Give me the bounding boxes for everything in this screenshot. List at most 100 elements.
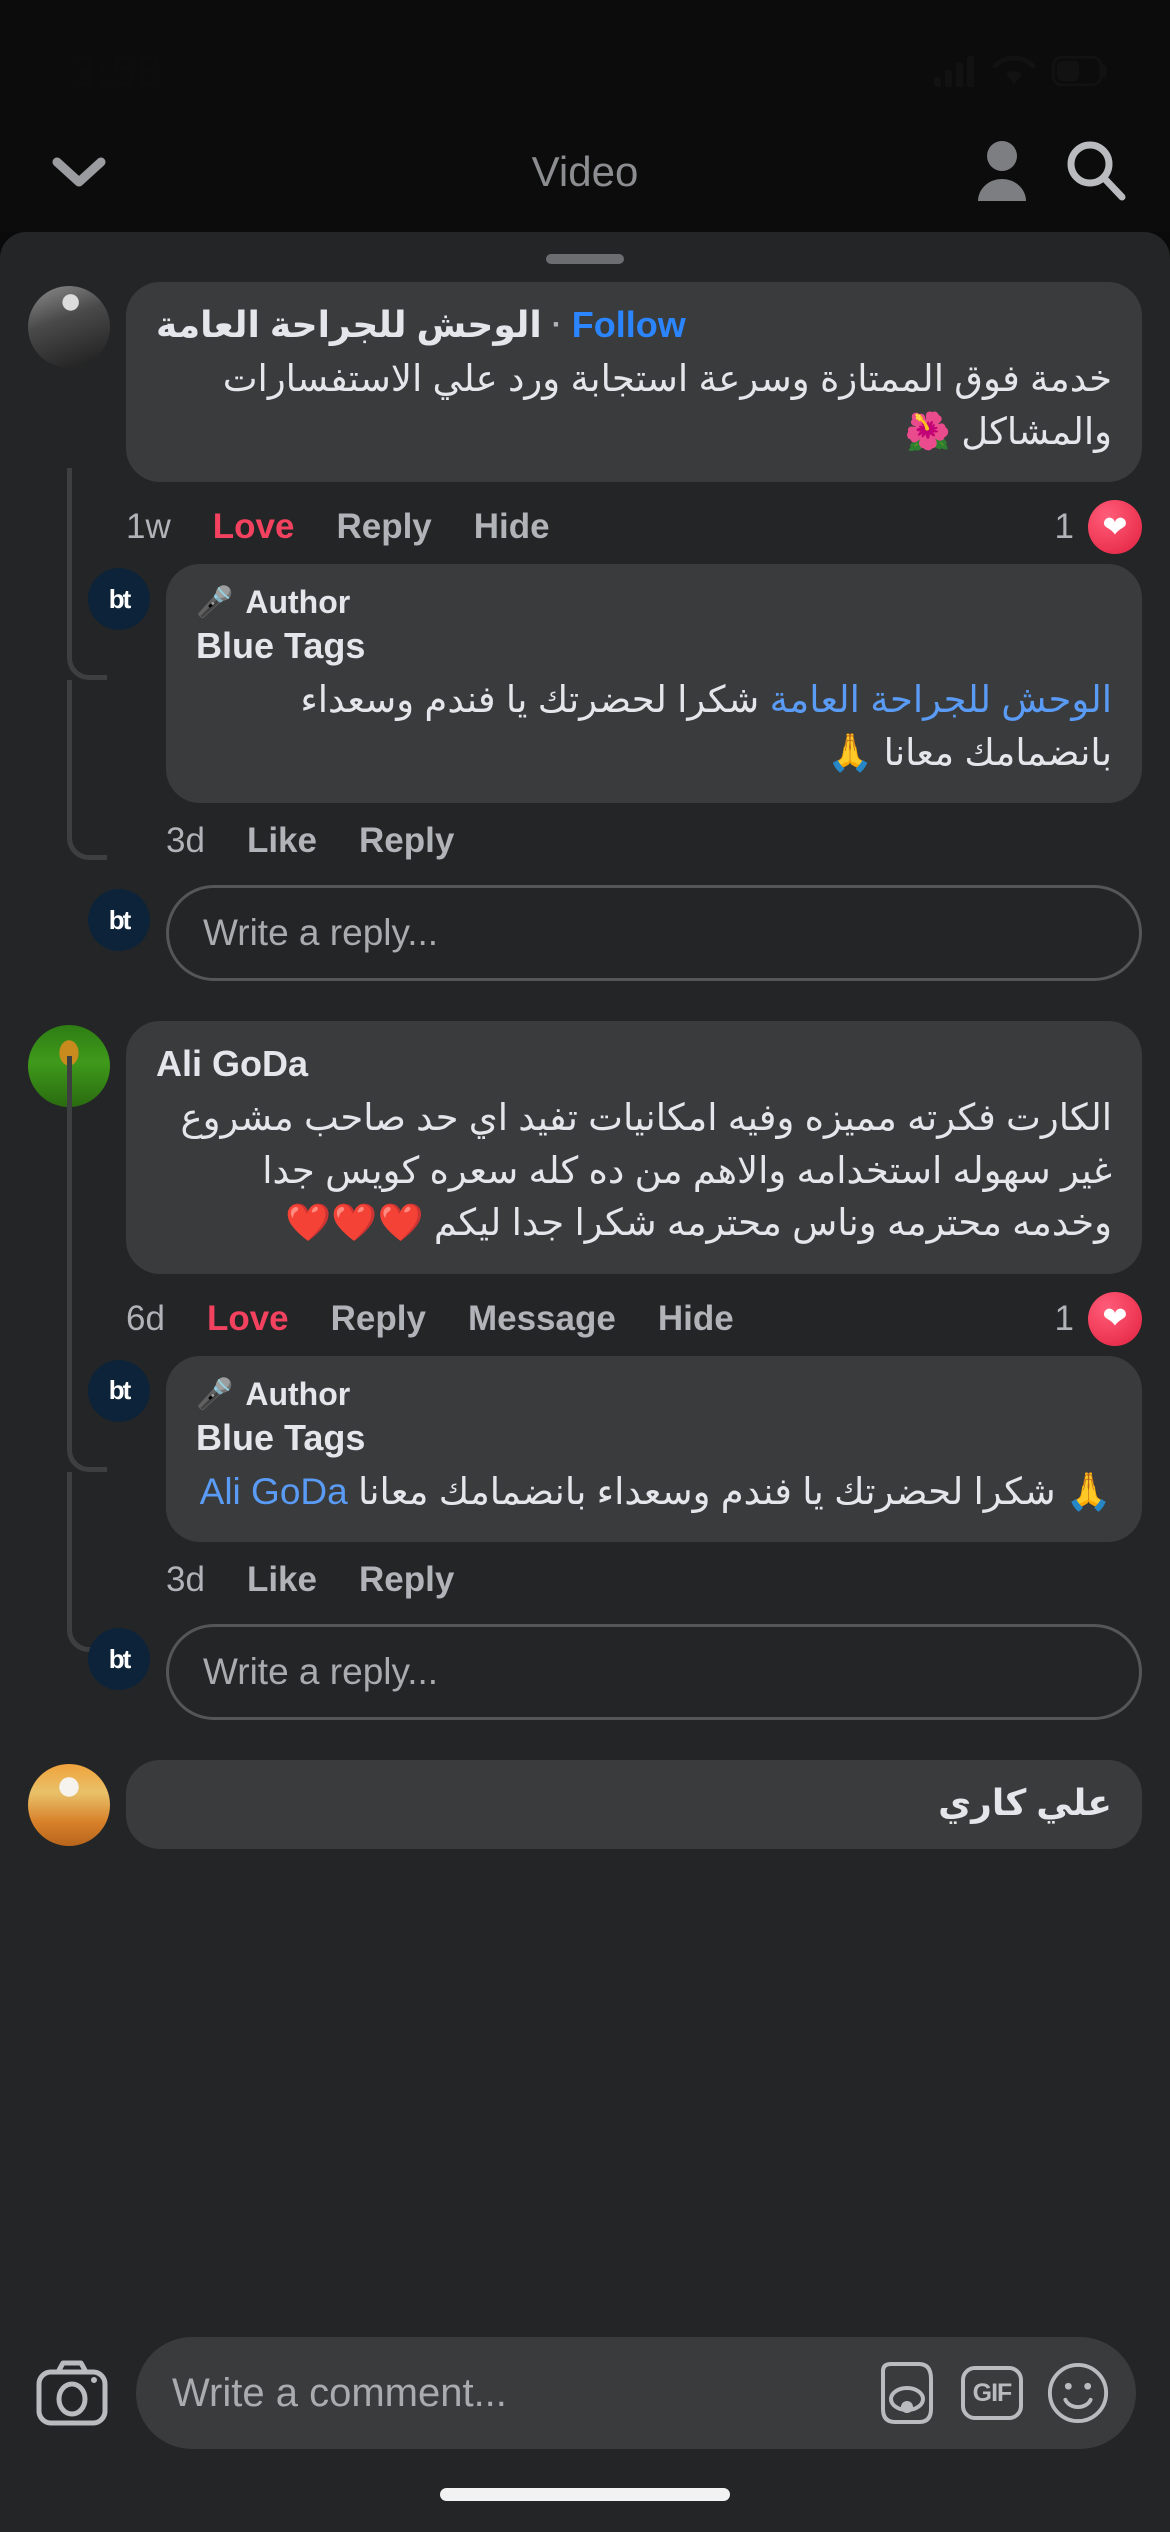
reaction-summary[interactable]: 1 ❤	[1054, 1291, 1142, 1346]
avatar[interactable]	[28, 1764, 110, 1847]
avatar[interactable]	[28, 1025, 110, 1108]
heart-reaction-icon: ❤	[1088, 1291, 1142, 1346]
love-button[interactable]: Love	[213, 507, 295, 547]
person-icon	[978, 140, 1026, 201]
back-button[interactable]	[44, 137, 114, 207]
comment-author-name[interactable]: الوحش للجراحة العامة	[156, 302, 542, 347]
love-button[interactable]: Love	[207, 1299, 289, 1339]
nav-bar: Video	[0, 112, 1170, 232]
comment-actions: 6d Love Reply Message Hide 1 ❤	[126, 1274, 1142, 1356]
like-button[interactable]: Like	[247, 821, 317, 861]
reply-button[interactable]: Reply	[336, 507, 431, 547]
battery-icon	[1052, 56, 1107, 86]
comment-bubble: Ali GoDa الكارت فكرته مميزه وفيه امكانيا…	[126, 1021, 1142, 1274]
avatar-sticker-icon	[881, 2362, 933, 2424]
reply-button[interactable]: Reply	[359, 821, 454, 861]
comment-author-name[interactable]: علي كاري	[156, 1780, 1112, 1825]
chevron-down-icon	[52, 157, 106, 187]
reply-bubble: 🎤 Author Blue Tags Ali GoDa شكرا لحضرتك …	[166, 1355, 1142, 1543]
reply-actions: 3d Like Reply	[166, 803, 1142, 871]
reply-button[interactable]: Reply	[331, 1299, 426, 1339]
hide-button[interactable]: Hide	[474, 507, 550, 547]
reply-bubble: 🎤 Author Blue Tags الوحش للجراحة العامة …	[166, 564, 1142, 804]
reply-button[interactable]: Reply	[359, 1560, 454, 1600]
comment-bubble: علي كاري	[126, 1760, 1142, 1850]
microphone-icon: 🎤	[196, 1377, 234, 1411]
comment-item: علي كاري	[28, 1760, 1142, 1850]
composer-icons: GIF	[874, 2361, 1110, 2425]
comments-list[interactable]: الوحش للجراحة العامة · Follow خدمة فوق ا…	[0, 264, 1170, 2300]
reply-text: Ali GoDa شكرا لحضرتك يا فندم وسعداء بانض…	[196, 1466, 1112, 1519]
microphone-icon: 🎤	[196, 586, 234, 620]
comment-bubble: الوحش للجراحة العامة · Follow خدمة فوق ا…	[126, 282, 1142, 483]
comment-input-field[interactable]: Write a comment... GIF	[136, 2337, 1136, 2449]
camera-icon	[36, 2360, 108, 2426]
author-badge-label: Author	[245, 584, 351, 621]
cellular-signal-icon	[934, 56, 974, 87]
camera-button[interactable]	[34, 2355, 110, 2431]
comment-timestamp: 6d	[126, 1298, 165, 1338]
search-icon	[1067, 141, 1126, 200]
comment-timestamp: 1w	[126, 507, 171, 547]
status-bar: 3:58	[0, 0, 1170, 112]
reaction-summary[interactable]: 1 ❤	[1054, 500, 1142, 555]
comment-actions: 1w Love Reply Hide 1 ❤	[126, 482, 1142, 564]
search-button[interactable]	[1064, 139, 1126, 206]
home-indicator[interactable]	[440, 2488, 730, 2501]
avatar[interactable]: bt	[88, 1359, 150, 1422]
reply-timestamp: 3d	[166, 821, 205, 861]
status-icons	[934, 55, 1108, 87]
hide-button[interactable]: Hide	[658, 1299, 734, 1339]
comment-thread: علي كاري	[28, 1760, 1142, 1850]
phone-screen: 3:58 Video الوحش للجراحة العامة · Follow…	[0, 0, 1170, 2532]
status-time: 3:58	[70, 45, 163, 97]
reaction-count: 1	[1054, 1298, 1074, 1338]
avatar[interactable]: bt	[88, 1628, 150, 1691]
replies-container: bt 🎤 Author Blue Tags Ali GoDa شكرا لحضر…	[28, 1055, 1142, 1721]
wifi-icon	[992, 55, 1036, 85]
reply-timestamp: 3d	[166, 1560, 205, 1600]
reply-author-name[interactable]: Blue Tags	[196, 1415, 1112, 1460]
avatar[interactable]	[28, 286, 110, 368]
replies-container: bt 🎤 Author Blue Tags الوحش للجراحة العا…	[28, 468, 1142, 982]
author-badge-label: Author	[245, 1375, 351, 1412]
author-badge: 🎤 Author	[196, 584, 1112, 621]
smiley-icon	[1047, 2362, 1109, 2424]
message-button[interactable]: Message	[468, 1299, 616, 1339]
comment-thread: Ali GoDa الكارت فكرته مميزه وفيه امكانيا…	[28, 1021, 1142, 1721]
like-button[interactable]: Like	[247, 1560, 317, 1600]
follow-button[interactable]: Follow	[572, 302, 686, 347]
avatar-sticker-button[interactable]	[874, 2361, 938, 2425]
comment-author-name[interactable]: Ali GoDa	[156, 1041, 1112, 1086]
profile-button[interactable]	[972, 139, 1032, 206]
comment-input-placeholder: Write a comment...	[172, 2370, 507, 2415]
comment-author-row: الوحش للجراحة العامة · Follow	[156, 302, 1112, 347]
sheet-grabber[interactable]	[546, 254, 624, 264]
home-indicator-area	[0, 2468, 1170, 2532]
comment-thread: الوحش للجراحة العامة · Follow خدمة فوق ا…	[28, 282, 1142, 982]
reply-composer-row: bt Write a reply...	[88, 885, 1142, 982]
comments-sheet: الوحش للجراحة العامة · Follow خدمة فوق ا…	[0, 232, 1170, 2532]
reply-composer-row: bt Write a reply...	[88, 1624, 1142, 1721]
comment-text: الكارت فكرته مميزه وفيه امكانيات تفيد اي…	[180, 1097, 1112, 1244]
reply-item: bt 🎤 Author Blue Tags Ali GoDa شكرا لحضر…	[88, 1355, 1142, 1611]
mention-link[interactable]: الوحش للجراحة العامة	[770, 679, 1112, 720]
author-badge: 🎤 Author	[196, 1376, 1112, 1413]
reaction-count: 1	[1054, 507, 1074, 547]
reply-body: شكرا لحضرتك يا فندم وسعداء بانضمامك معان…	[357, 1470, 1112, 1512]
reply-text: الوحش للجراحة العامة شكرا لحضرتك يا فندم…	[196, 674, 1112, 779]
reply-item: bt 🎤 Author Blue Tags الوحش للجراحة العا…	[88, 564, 1142, 871]
heart-reaction-icon: ❤	[1088, 500, 1142, 555]
avatar[interactable]: bt	[88, 568, 150, 631]
reply-input[interactable]: Write a reply...	[166, 1624, 1142, 1721]
nav-actions	[972, 139, 1126, 206]
avatar[interactable]: bt	[88, 889, 150, 952]
reply-author-name[interactable]: Blue Tags	[196, 623, 1112, 668]
reply-input[interactable]: Write a reply...	[166, 885, 1142, 982]
gif-button[interactable]: GIF	[960, 2361, 1024, 2425]
reply-actions: 3d Like Reply	[166, 1542, 1142, 1610]
emoji-button[interactable]	[1046, 2361, 1110, 2425]
mention-link[interactable]: Ali GoDa	[200, 1471, 348, 1512]
comment-item: الوحش للجراحة العامة · Follow خدمة فوق ا…	[28, 282, 1142, 564]
comment-composer: Write a comment... GIF	[0, 2300, 1170, 2468]
